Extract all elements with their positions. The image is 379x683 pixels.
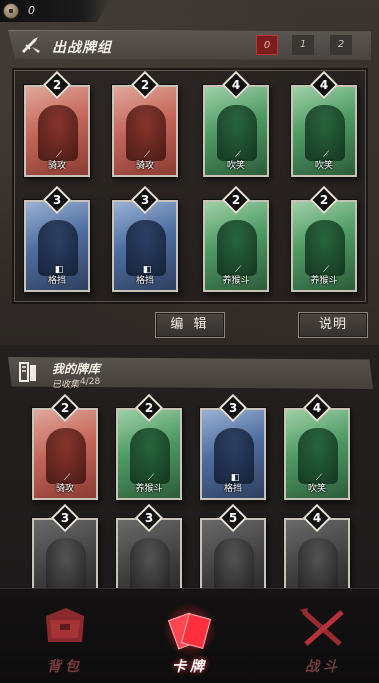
card-label: 骑攻 — [135, 161, 154, 171]
card-art — [46, 538, 86, 594]
card-label: 养猴斗 — [222, 276, 250, 286]
card-cost: 2 — [52, 78, 62, 92]
coin-icon — [3, 3, 19, 19]
card-cost: 3 — [140, 193, 150, 207]
card-label: 骑攻 — [55, 484, 74, 494]
deck-tab-0[interactable]: 0 — [256, 35, 278, 55]
nav-label-backpack: 背包 — [47, 659, 83, 675]
nav-item-cards[interactable]: 卡牌 — [145, 598, 235, 678]
nav-item-battle[interactable]: 战斗 — [278, 598, 368, 678]
card-label: 吹笑 — [226, 161, 245, 171]
deck-title: 出战牌组 — [52, 40, 112, 56]
help-button[interactable]: 说明 — [298, 312, 368, 338]
deck-tab-1[interactable]: 1 — [292, 35, 314, 55]
crossed-swords-icon — [300, 608, 344, 646]
card-cost: 4 — [312, 511, 322, 525]
library-collected-label: 已收集 — [52, 380, 80, 390]
edit-button[interactable]: 编 辑 — [155, 312, 225, 338]
card-cost: 5 — [228, 511, 238, 525]
card-art — [130, 538, 170, 594]
card-cost: 2 — [140, 78, 150, 92]
cards-icon — [167, 612, 212, 650]
card-cost: 2 — [60, 401, 70, 415]
card-cost: 4 — [319, 78, 329, 92]
card-cost: 2 — [319, 193, 329, 207]
card-art — [214, 538, 254, 594]
nav-label-cards: 卡牌 — [172, 659, 208, 675]
card-cost: 3 — [60, 511, 70, 525]
card-cost: 3 — [144, 511, 154, 525]
card-art — [298, 538, 338, 594]
card-cost: 4 — [312, 401, 322, 415]
nav-label-battle: 战斗 — [305, 659, 341, 675]
card-label: 骑攻 — [47, 161, 66, 171]
deck-sword-icon — [22, 37, 40, 53]
card-label: 吹笑 — [314, 161, 333, 171]
library-title: 我的牌库 — [52, 362, 101, 376]
card-cost: 3 — [228, 401, 238, 415]
card-cost: 2 — [231, 193, 241, 207]
status-bar: 0 — [0, 0, 110, 22]
card-label: 格挡 — [135, 276, 154, 286]
card-label: 养猴斗 — [310, 276, 338, 286]
coin-count: 0 — [28, 4, 35, 17]
deck-tab-2[interactable]: 2 — [330, 35, 352, 55]
library-collected-count: 4/28 — [80, 377, 101, 387]
card-cost: 4 — [231, 78, 241, 92]
library-book-icon — [19, 362, 36, 382]
card-cost: 3 — [52, 193, 62, 207]
card-label: 吹笑 — [307, 484, 326, 494]
card-label: 格挡 — [223, 484, 242, 494]
card-cost: 2 — [144, 401, 154, 415]
nav-item-backpack[interactable]: 背包 — [20, 598, 110, 678]
card-label: 养猴斗 — [135, 484, 163, 494]
card-label: 格挡 — [47, 276, 66, 286]
backpack-icon — [46, 608, 84, 642]
